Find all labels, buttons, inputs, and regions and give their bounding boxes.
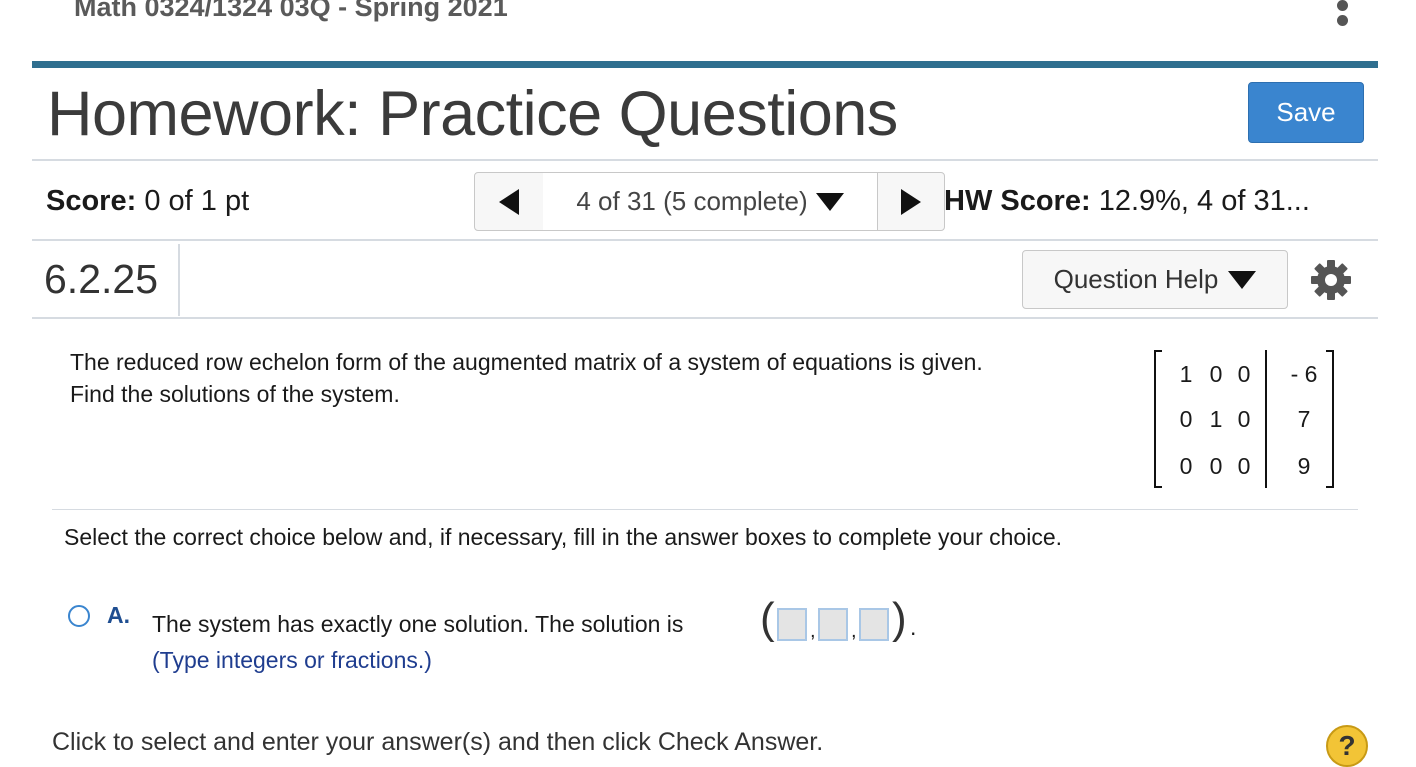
matrix-augment-line xyxy=(1265,350,1267,488)
choice-a-letter: A. xyxy=(107,602,130,628)
hw-score-display: HW Score: 12.9%, 4 of 31... xyxy=(944,185,1310,218)
matrix-cell: 0 xyxy=(1179,453,1193,479)
matrix-cell: 1 xyxy=(1209,406,1223,432)
matrix-cell: 0 xyxy=(1237,406,1251,432)
choice-a-radio[interactable] xyxy=(68,605,90,627)
augmented-matrix: 1 0 0 - 6 0 1 0 7 0 0 0 9 xyxy=(1148,348,1340,490)
matrix-left-bracket xyxy=(1154,350,1162,488)
footer-instruction: Click to select and enter your answer(s)… xyxy=(52,728,824,756)
save-button[interactable]: Save xyxy=(1248,82,1364,143)
triangle-down-icon xyxy=(1228,270,1257,289)
matrix-cell: - 6 xyxy=(1290,361,1318,387)
question-text: The reduced row echelon form of the augm… xyxy=(70,346,983,410)
answer-box-z[interactable] xyxy=(859,608,889,641)
previous-question-button[interactable] xyxy=(475,173,544,230)
matrix-cell: 0 xyxy=(1237,453,1251,479)
divider xyxy=(32,317,1378,319)
hw-score-value: 12.9%, 4 of 31... xyxy=(1098,185,1310,217)
matrix-cell: 1 xyxy=(1179,361,1193,387)
score-label: Score: xyxy=(46,185,137,217)
question-selector[interactable]: 4 of 31 (5 complete) xyxy=(543,173,878,230)
matrix-cell: 0 xyxy=(1179,406,1193,432)
hw-score-label: HW Score: xyxy=(944,185,1091,217)
open-paren: ( xyxy=(760,594,775,643)
question-help-label: Question Help xyxy=(1053,264,1219,294)
question-circle-icon[interactable]: ? xyxy=(1326,725,1368,767)
divider xyxy=(178,244,180,316)
comma: , xyxy=(851,620,857,642)
matrix-cell: 0 xyxy=(1209,453,1223,479)
matrix-cell: 0 xyxy=(1237,361,1251,387)
triangle-down-icon xyxy=(815,192,844,211)
header-accent-bar xyxy=(32,61,1378,68)
score-value: 0 of 1 pt xyxy=(144,185,250,217)
question-navigator: 4 of 31 (5 complete) xyxy=(474,172,945,231)
question-number: 6.2.25 xyxy=(44,256,158,302)
divider xyxy=(32,239,1378,241)
matrix-cell: 0 xyxy=(1209,361,1223,387)
matrix-cell: 7 xyxy=(1297,406,1311,432)
course-title: Math 0324/1324 03Q - Spring 2021 xyxy=(74,0,508,22)
question-help-button[interactable]: Question Help xyxy=(1022,250,1288,309)
answer-box-x[interactable] xyxy=(777,608,807,641)
period: . xyxy=(910,614,917,640)
close-paren: ) xyxy=(892,594,907,643)
divider xyxy=(32,159,1378,161)
matrix-cell: 9 xyxy=(1297,453,1311,479)
solution-tuple: ( , , ) . xyxy=(760,594,920,648)
choice-a-text: The system has exactly one solution. The… xyxy=(152,611,684,637)
next-question-button[interactable] xyxy=(878,173,944,230)
question-text-line: Find the solutions of the system. xyxy=(70,381,400,407)
instruction-text: Select the correct choice below and, if … xyxy=(64,524,1063,550)
question-text-line: The reduced row echelon form of the augm… xyxy=(70,349,983,375)
page-title: Homework: Practice Questions xyxy=(47,79,898,149)
triangle-right-icon xyxy=(901,188,921,215)
question-position: 4 of 31 (5 complete) xyxy=(576,186,808,216)
more-vertical-icon[interactable] xyxy=(1337,0,1349,30)
gear-icon[interactable] xyxy=(1309,258,1353,302)
answer-box-y[interactable] xyxy=(818,608,848,641)
score-display: Score: 0 of 1 pt xyxy=(46,185,249,218)
divider xyxy=(52,509,1358,510)
answer-hint: (Type integers or fractions.) xyxy=(152,647,432,673)
triangle-left-icon xyxy=(499,188,519,215)
comma: , xyxy=(810,620,816,642)
